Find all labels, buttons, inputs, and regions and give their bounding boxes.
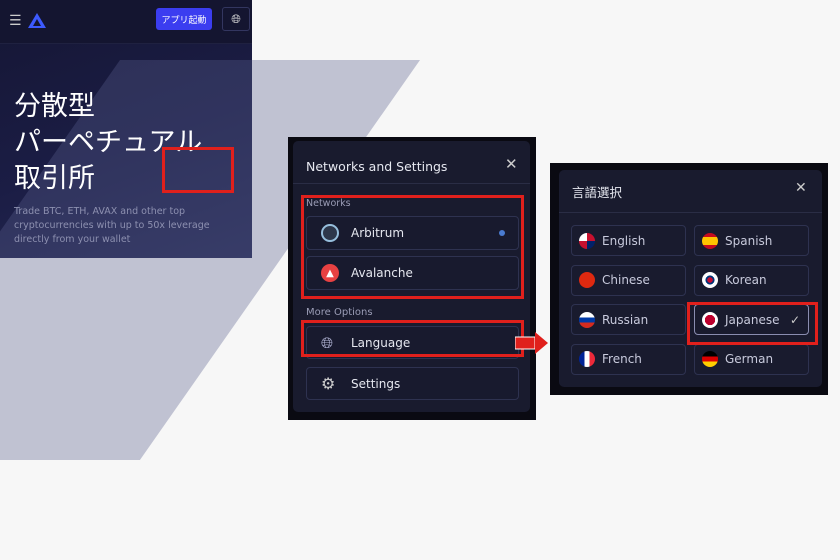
language-label: French: [602, 352, 642, 366]
hero-subtitle: Trade BTC, ETH, AVAX and other top crypt…: [14, 205, 210, 247]
top-bar: ☰ アプリ起動 🌐︎: [0, 0, 252, 44]
arrow-right-icon: [515, 332, 548, 354]
chinese-flag-icon: [579, 272, 595, 288]
highlight-japanese: [687, 302, 818, 345]
language-option-korean[interactable]: Korean: [694, 264, 809, 296]
close-icon[interactable]: ✕: [505, 155, 518, 173]
globe-button[interactable]: 🌐︎: [222, 7, 250, 31]
highlight-language: [301, 320, 524, 357]
language-option-russian[interactable]: Russian: [571, 304, 686, 335]
language-option-spanish[interactable]: Spanish: [694, 225, 809, 256]
language-label: German: [725, 352, 774, 366]
highlight-launch: [162, 147, 234, 193]
language-option-german[interactable]: German: [694, 343, 809, 375]
language-option-english[interactable]: English: [571, 225, 686, 256]
spanish-flag-icon: [702, 232, 718, 249]
more-options-label: More Options: [306, 307, 373, 318]
french-flag-icon: [579, 351, 595, 367]
gear-icon: ⚙: [321, 374, 336, 393]
divider: [293, 183, 530, 184]
divider: [559, 212, 822, 213]
highlight-networks: [301, 195, 524, 299]
logo-icon: [28, 13, 46, 28]
language-option-french[interactable]: French: [571, 343, 686, 375]
language-option-chinese[interactable]: Chinese: [571, 264, 686, 296]
russian-flag-icon: [579, 311, 595, 328]
landing-screenshot: ☰ アプリ起動 🌐︎ 分散型 パーペチュアル 取引所 Trade BTC, ET…: [0, 0, 420, 460]
language-label: Russian: [602, 312, 649, 327]
language-screenshot: 言語選択 ✕ English Spanish Chinese Korean Russia…: [550, 163, 828, 395]
language-label: Spanish: [725, 233, 773, 248]
globe-icon: 🌐︎: [231, 11, 241, 26]
close-icon[interactable]: ✕: [795, 180, 807, 196]
launch-app-button[interactable]: アプリ起動: [156, 8, 212, 30]
subtitle-line: directly from your wallet: [14, 234, 131, 245]
option-label: Settings: [351, 376, 401, 391]
menu-icon[interactable]: ☰: [9, 13, 22, 29]
language-label: Chinese: [602, 273, 650, 287]
hero-title-line: 分散型: [14, 91, 95, 122]
subtitle-line: cryptocurrencies with up to 50x leverage: [14, 220, 210, 231]
subtitle-line: Trade BTC, ETH, AVAX and other top: [14, 206, 186, 217]
english-flag-icon: [579, 232, 595, 249]
german-flag-icon: [702, 351, 718, 367]
language-label: English: [602, 233, 646, 248]
language-label: Korean: [725, 273, 767, 287]
korean-flag-icon: [702, 272, 718, 288]
modal-title: 言語選択: [572, 185, 623, 200]
modal-title: Networks and Settings: [306, 159, 448, 174]
settings-option[interactable]: ⚙ Settings: [306, 367, 519, 400]
